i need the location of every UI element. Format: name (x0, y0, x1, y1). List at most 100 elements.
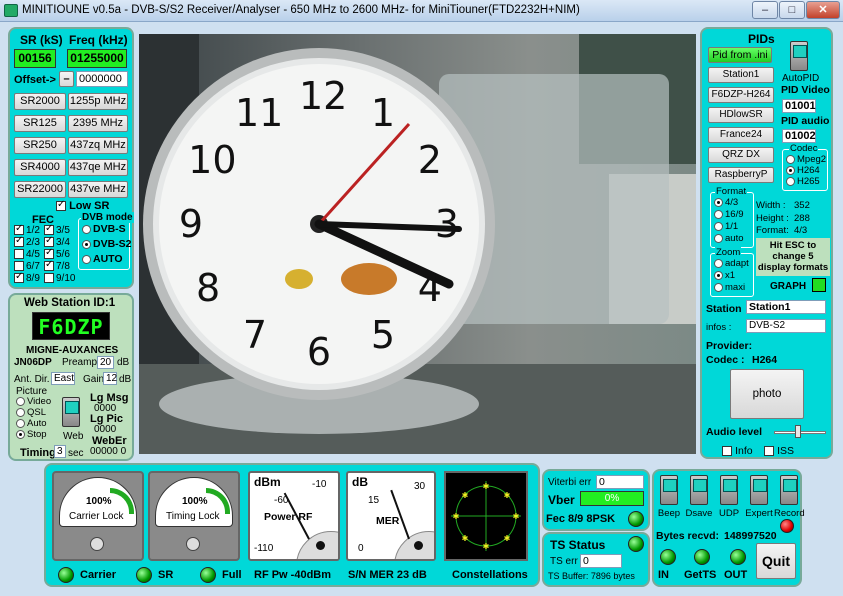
format-option[interactable]: 16/9 (714, 209, 744, 220)
fec-check-box[interactable] (14, 223, 24, 236)
sr-button[interactable]: SR22000 (14, 181, 66, 198)
minimize-button[interactable]: – (752, 1, 778, 19)
switch-record[interactable] (780, 475, 798, 505)
fec-checkbox[interactable]: 7/8 (44, 259, 70, 272)
preamp-input[interactable]: 20 (97, 356, 114, 369)
radio-button[interactable] (714, 282, 723, 292)
radio-button[interactable] (16, 407, 25, 417)
sr-button[interactable]: SR2000 (14, 93, 66, 110)
low-sr-checkbox[interactable]: Low SR (56, 199, 109, 212)
photo-button[interactable]: photo (730, 369, 804, 419)
fec-checkbox[interactable]: 1/2 (14, 223, 40, 236)
quit-button[interactable]: Quit (756, 543, 796, 579)
sr-button[interactable]: SR250 (14, 137, 66, 154)
fec-checkbox[interactable]: 8/9 (14, 271, 40, 284)
video-display[interactable]: 12 1 2 3 4 5 6 7 8 9 10 11 (139, 34, 696, 454)
pid-from-ini-button[interactable]: Pid from .ini (708, 47, 772, 63)
carrier-reset-knob[interactable] (90, 537, 104, 551)
radio-button[interactable] (714, 270, 723, 280)
codec-option[interactable]: H265 (786, 176, 820, 187)
fec-check-box[interactable] (44, 223, 54, 236)
station-input[interactable]: Station1 (746, 300, 826, 314)
radio-button[interactable] (714, 258, 723, 268)
freq-display[interactable]: 01255000 (67, 49, 127, 68)
timing-reset-knob[interactable] (186, 537, 200, 551)
fec-checkbox[interactable]: 5/6 (44, 247, 70, 260)
radio-button[interactable] (82, 224, 91, 234)
radio-button[interactable] (82, 254, 91, 264)
codec-option[interactable]: H264 (786, 165, 820, 176)
zoom-option[interactable]: x1 (714, 270, 735, 281)
fec-checkbox[interactable]: 3/4 (44, 235, 70, 248)
infos-input[interactable]: DVB-S2 (746, 319, 826, 333)
fec-checkbox[interactable]: 3/5 (44, 223, 70, 236)
station-preset-button[interactable]: France24 (708, 127, 774, 143)
gain-input[interactable]: 12 (103, 372, 117, 385)
station-preset-button[interactable]: QRZ DX (708, 147, 774, 163)
fec-check-box[interactable] (14, 235, 24, 248)
freq-preset-button[interactable]: 437zq MHz (68, 137, 128, 154)
freq-preset-button[interactable]: 1255p MHz (68, 93, 128, 110)
graph-toggle[interactable] (812, 278, 826, 292)
radio-button[interactable] (714, 233, 723, 243)
radio-button[interactable] (714, 197, 723, 207)
info-checkbox[interactable]: Info (722, 445, 753, 457)
fec-check-box[interactable] (14, 271, 24, 284)
autopid-switch[interactable] (790, 41, 808, 71)
maximize-button[interactable]: □ (779, 1, 805, 19)
fec-check-box[interactable] (44, 235, 54, 248)
sr-display[interactable]: 00156 (14, 49, 56, 68)
fec-check-box[interactable] (14, 249, 24, 260)
radio-button[interactable] (16, 396, 25, 406)
station-preset-button[interactable]: RaspberryP (708, 167, 774, 183)
radio-button[interactable] (786, 176, 795, 186)
fec-check-box[interactable] (44, 273, 54, 284)
dvb-option[interactable]: AUTO (82, 253, 123, 265)
format-option[interactable]: auto (714, 233, 744, 244)
radio-button[interactable] (82, 239, 91, 249)
fec-checkbox[interactable]: 6/7 (14, 261, 40, 272)
freq-preset-button[interactable]: 2395 MHz (68, 115, 128, 132)
switch-expert[interactable] (750, 475, 768, 505)
pic-option[interactable]: Auto (16, 418, 47, 429)
format-option[interactable]: 1/1 (714, 221, 738, 232)
antdir-input[interactable]: East (51, 372, 75, 385)
iss-checkbox[interactable]: ISS (764, 445, 794, 457)
freq-preset-button[interactable]: 437ve MHz (68, 181, 128, 198)
audio-level-thumb[interactable] (795, 425, 801, 438)
web-switch[interactable] (62, 397, 80, 427)
zoom-option[interactable]: maxi (714, 282, 745, 293)
radio-button[interactable] (16, 418, 25, 428)
codec-option[interactable]: Mpeg2 (786, 154, 826, 165)
radio-button[interactable] (786, 165, 795, 175)
fec-checkbox[interactable]: 9/10 (44, 273, 75, 284)
fec-check-box[interactable] (44, 247, 54, 260)
radio-button[interactable] (786, 154, 795, 164)
dvb-option[interactable]: DVB-S (82, 223, 126, 235)
offset-input[interactable]: 0000000 (76, 71, 128, 87)
radio-button[interactable] (714, 221, 723, 231)
fec-check-box[interactable] (44, 259, 54, 272)
dvb-option[interactable]: DVB-S2 (82, 238, 132, 250)
close-button[interactable]: ✕ (806, 1, 840, 19)
fec-checkbox[interactable]: 4/5 (14, 249, 40, 260)
radio-button[interactable] (16, 429, 25, 439)
switch-beep[interactable] (660, 475, 678, 505)
switch-dsave[interactable] (690, 475, 708, 505)
sr-button[interactable]: SR125 (14, 115, 66, 132)
fec-checkbox[interactable]: 2/3 (14, 235, 40, 248)
switch-udp[interactable] (720, 475, 738, 505)
station-preset-button[interactable]: F6DZP-H264 (708, 87, 774, 103)
station-preset-button[interactable]: Station1 (708, 67, 774, 83)
station-preset-button[interactable]: HDlowSR (708, 107, 774, 123)
fec-check-box[interactable] (14, 261, 24, 272)
pic-option[interactable]: Stop (16, 429, 47, 440)
pic-option[interactable]: Video (16, 396, 51, 407)
pid-video-input[interactable]: 01001 (782, 99, 816, 113)
pid-audio-input[interactable]: 01002 (782, 129, 816, 143)
sr-button[interactable]: SR4000 (14, 159, 66, 176)
radio-button[interactable] (714, 209, 723, 219)
format-option[interactable]: 4/3 (714, 197, 738, 208)
timing-input[interactable]: 3 (54, 445, 66, 458)
zoom-option[interactable]: adapt (714, 258, 749, 269)
